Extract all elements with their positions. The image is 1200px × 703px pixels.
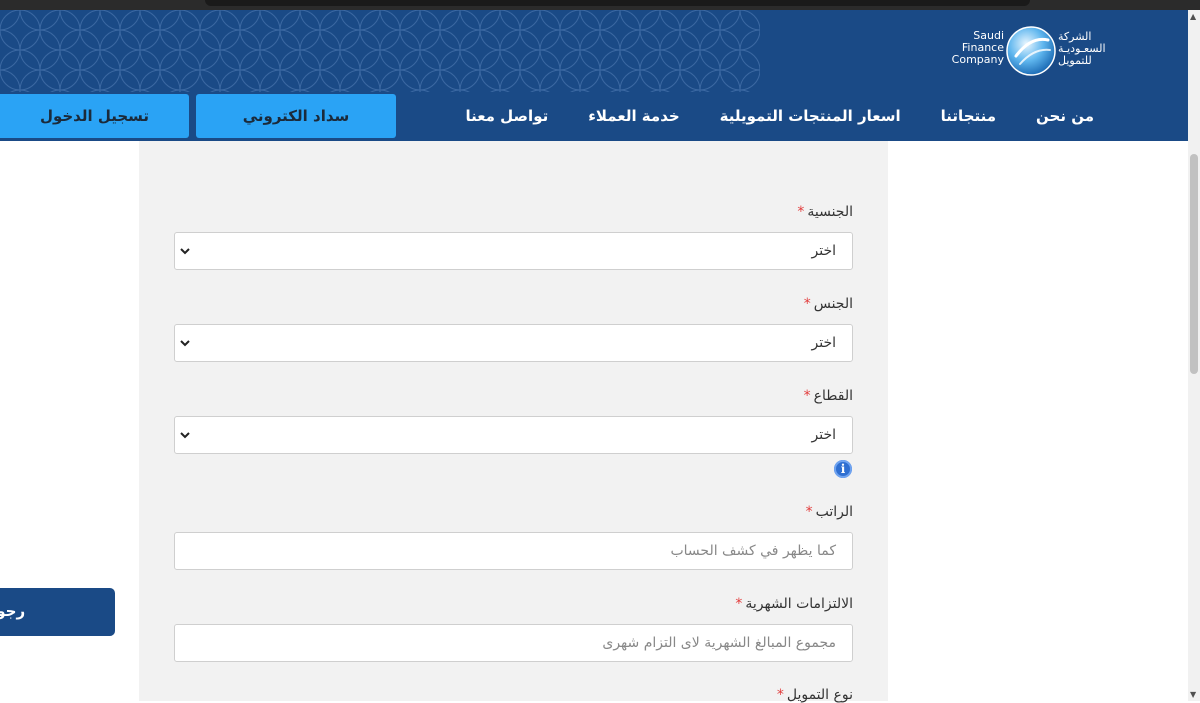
application-form: الجنسية* اختر الجنس* اختر القطاع* اختر i… [139,141,888,703]
scroll-up-arrow-icon[interactable]: ▲ [1190,12,1196,21]
scroll-down-arrow-icon[interactable]: ▼ [1190,690,1196,699]
company-logo[interactable]: Saudi Finance Company الشركة السعـوديـة … [948,24,1118,78]
monthly-obligations-placeholder: مجموع المبالغ الشهرية لاى التزام شهرى [602,635,836,651]
back-button[interactable]: رجوع [0,588,115,636]
nav-item-contact[interactable]: تواصل معنا [465,106,548,128]
nationality-select[interactable]: اختر [174,232,853,270]
sector-select-value: اختر [811,427,837,443]
salary-input[interactable]: كما يظهر في كشف الحساب [174,532,853,570]
main-nav: من نحن منتجاتنا اسعار المنتجات التمويلية… [425,106,1094,128]
scrollbar-thumb[interactable] [1190,154,1198,374]
monthly-obligations-input[interactable]: مجموع المبالغ الشهرية لاى التزام شهرى [174,624,853,662]
nationality-label: الجنسية* [797,204,853,220]
electronic-payment-button[interactable]: سداد الكتروني [196,94,396,138]
site-header: Saudi Finance Company الشركة السعـوديـة … [0,10,1188,141]
gender-label: الجنس* [803,296,853,312]
required-mark: * [797,204,805,220]
chevron-down-icon [180,432,190,439]
nav-item-products[interactable]: منتجاتنا [941,106,996,128]
required-mark: * [805,504,813,520]
sector-select[interactable]: اختر [174,416,853,454]
sector-label: القطاع* [803,388,853,404]
back-button-label: رجوع [0,602,26,620]
required-mark: * [803,296,811,312]
info-icon[interactable]: i [834,460,852,478]
nav-item-customer-service[interactable]: خدمة العملاء [588,106,679,128]
page-content: الجنسية* اختر الجنس* اختر القطاع* اختر i… [0,141,1188,703]
monthly-obligations-label: الالتزامات الشهرية* [735,596,853,612]
nationality-select-value: اختر [811,243,837,259]
required-mark: * [803,388,811,404]
nav-item-pricing[interactable]: اسعار المنتجات التمويلية [720,106,901,128]
logo-text-ar: الشركة السعـوديـة للتمويل [1058,30,1106,67]
login-button[interactable]: تسجيل الدخول [0,94,189,138]
page-scrollbar[interactable]: ▲ ▼ [1188,10,1200,701]
nav-item-about[interactable]: من نحن [1036,106,1094,128]
chevron-down-icon [180,340,190,347]
browser-tab-edge [205,0,1030,6]
globe-logo-icon [1006,26,1056,76]
chevron-down-icon [180,248,190,255]
gender-select[interactable]: اختر [174,324,853,362]
salary-placeholder: كما يظهر في كشف الحساب [670,543,836,559]
logo-text-en: Saudi Finance Company [951,29,1004,66]
browser-top-strip [0,0,1200,10]
required-mark: * [735,596,743,612]
salary-label: الراتب* [805,504,853,520]
gender-select-value: اختر [811,335,837,351]
header-pattern [0,10,760,92]
